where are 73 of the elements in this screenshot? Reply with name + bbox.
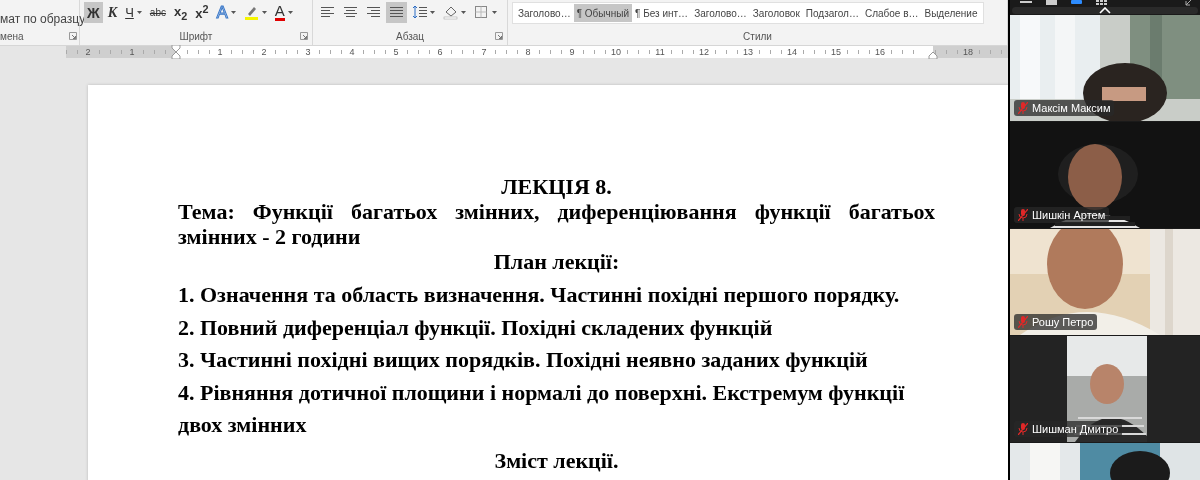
caret-icon bbox=[492, 11, 497, 14]
ruler-number: 18 bbox=[962, 47, 974, 57]
bold-button[interactable]: Ж bbox=[84, 2, 103, 23]
launcher-icon bbox=[495, 32, 503, 40]
format-painter-button[interactable]: мат по образцу bbox=[0, 8, 86, 29]
paragraph: Тема: Функції багатьох змінних, диференціювання функції багатьох змінних - 2 години bbox=[178, 199, 935, 249]
justify-button[interactable] bbox=[386, 2, 407, 23]
style-item[interactable]: Подзагол… bbox=[802, 4, 862, 22]
speaker-view-icon bbox=[1071, 0, 1082, 4]
heading: Зміст лекції. bbox=[493, 447, 620, 474]
list-item: 2. Повний диференціал функції. Похідні складених функцій bbox=[178, 313, 774, 342]
scroll-up-button[interactable] bbox=[1099, 7, 1111, 14]
ruler-number: 7 bbox=[480, 47, 488, 57]
list-item: 3. Частинні похідні вищих порядків. Похідні неявно заданих функцій bbox=[178, 346, 869, 374]
ruler-number: 2 bbox=[84, 47, 92, 57]
ruler-number: 1 bbox=[128, 47, 136, 57]
caret-icon bbox=[287, 11, 293, 14]
ruler-number: 4 bbox=[348, 47, 356, 57]
ruler-number: 3 bbox=[304, 47, 312, 57]
indent-marker-icon bbox=[928, 52, 938, 59]
grid-icon bbox=[1096, 0, 1108, 5]
participant-name: Максім Максим bbox=[1032, 102, 1111, 114]
ruler-number: 8 bbox=[524, 47, 532, 57]
borders-icon bbox=[474, 4, 489, 21]
style-item[interactable]: Заголово… bbox=[515, 4, 574, 22]
heading: План лекції: bbox=[492, 249, 621, 275]
ruler-number: 1 bbox=[216, 47, 224, 57]
ruler-number: 14 bbox=[786, 47, 798, 57]
ruler-number: 16 bbox=[874, 47, 886, 57]
launcher-icon bbox=[69, 32, 77, 40]
caret-icon bbox=[461, 11, 466, 14]
ruler-number: 9 bbox=[568, 47, 576, 57]
participant-name: Шишкін Артем bbox=[1032, 209, 1106, 221]
caret-icon bbox=[261, 11, 267, 14]
group-label: Абзац bbox=[395, 30, 425, 42]
caret-icon bbox=[430, 11, 435, 14]
font-color-button[interactable]: A bbox=[271, 2, 296, 23]
ruler-number: 12 bbox=[698, 47, 710, 57]
style-item[interactable]: Заголовок bbox=[749, 4, 803, 22]
highlighter-icon bbox=[243, 4, 259, 21]
style-item[interactable]: Выделение bbox=[921, 4, 981, 22]
strikethrough-button[interactable]: abc bbox=[146, 2, 169, 23]
underline-button[interactable]: Ч bbox=[122, 2, 145, 23]
subscript-button[interactable]: x$_{2}$ bbox=[170, 2, 191, 23]
window-icon bbox=[1046, 0, 1057, 5]
launcher-icon bbox=[300, 32, 308, 40]
ruler-number: 11 bbox=[654, 47, 666, 57]
superscript-button[interactable]: x$^{2}$ bbox=[192, 2, 212, 23]
style-item[interactable]: Слабое в… bbox=[861, 4, 922, 22]
participant-name: Рошу Петро bbox=[1032, 316, 1094, 328]
italic-button[interactable]: К bbox=[104, 2, 121, 23]
ruler-number: 15 bbox=[830, 47, 842, 57]
group-label: Шрифт bbox=[179, 30, 213, 42]
group-label: Стили bbox=[743, 30, 772, 42]
group-label: мена bbox=[0, 30, 24, 42]
ruler-number: 6 bbox=[436, 47, 444, 57]
caret-icon bbox=[230, 11, 236, 14]
paint-bucket-icon bbox=[443, 4, 458, 21]
style-item[interactable]: Заголово… bbox=[691, 4, 750, 22]
list-item: 1. Означення та область визначення. Частинні похідні першого порядку. bbox=[178, 281, 901, 309]
style-item[interactable]: ¶ Без инт… bbox=[632, 4, 692, 22]
ruler-number: 2 bbox=[260, 47, 268, 57]
style-item[interactable]: ¶ Обычный bbox=[573, 4, 632, 22]
ruler-number: 13 bbox=[742, 47, 754, 57]
exit-fullscreen-icon bbox=[1185, 0, 1192, 6]
chevron-up-icon bbox=[1099, 7, 1111, 14]
minimize-icon bbox=[1020, 0, 1032, 4]
line-spacing-icon bbox=[412, 4, 427, 21]
list-item: 4. Рівняння дотичної площини і нормалі до поверхні. Екстремум функції двох змінних bbox=[178, 378, 906, 439]
ruler-number: 10 bbox=[610, 47, 622, 57]
ruler-number: 5 bbox=[392, 47, 400, 57]
caret-icon bbox=[136, 11, 142, 14]
heading: ЛЕКЦІЯ 8. bbox=[500, 174, 613, 199]
